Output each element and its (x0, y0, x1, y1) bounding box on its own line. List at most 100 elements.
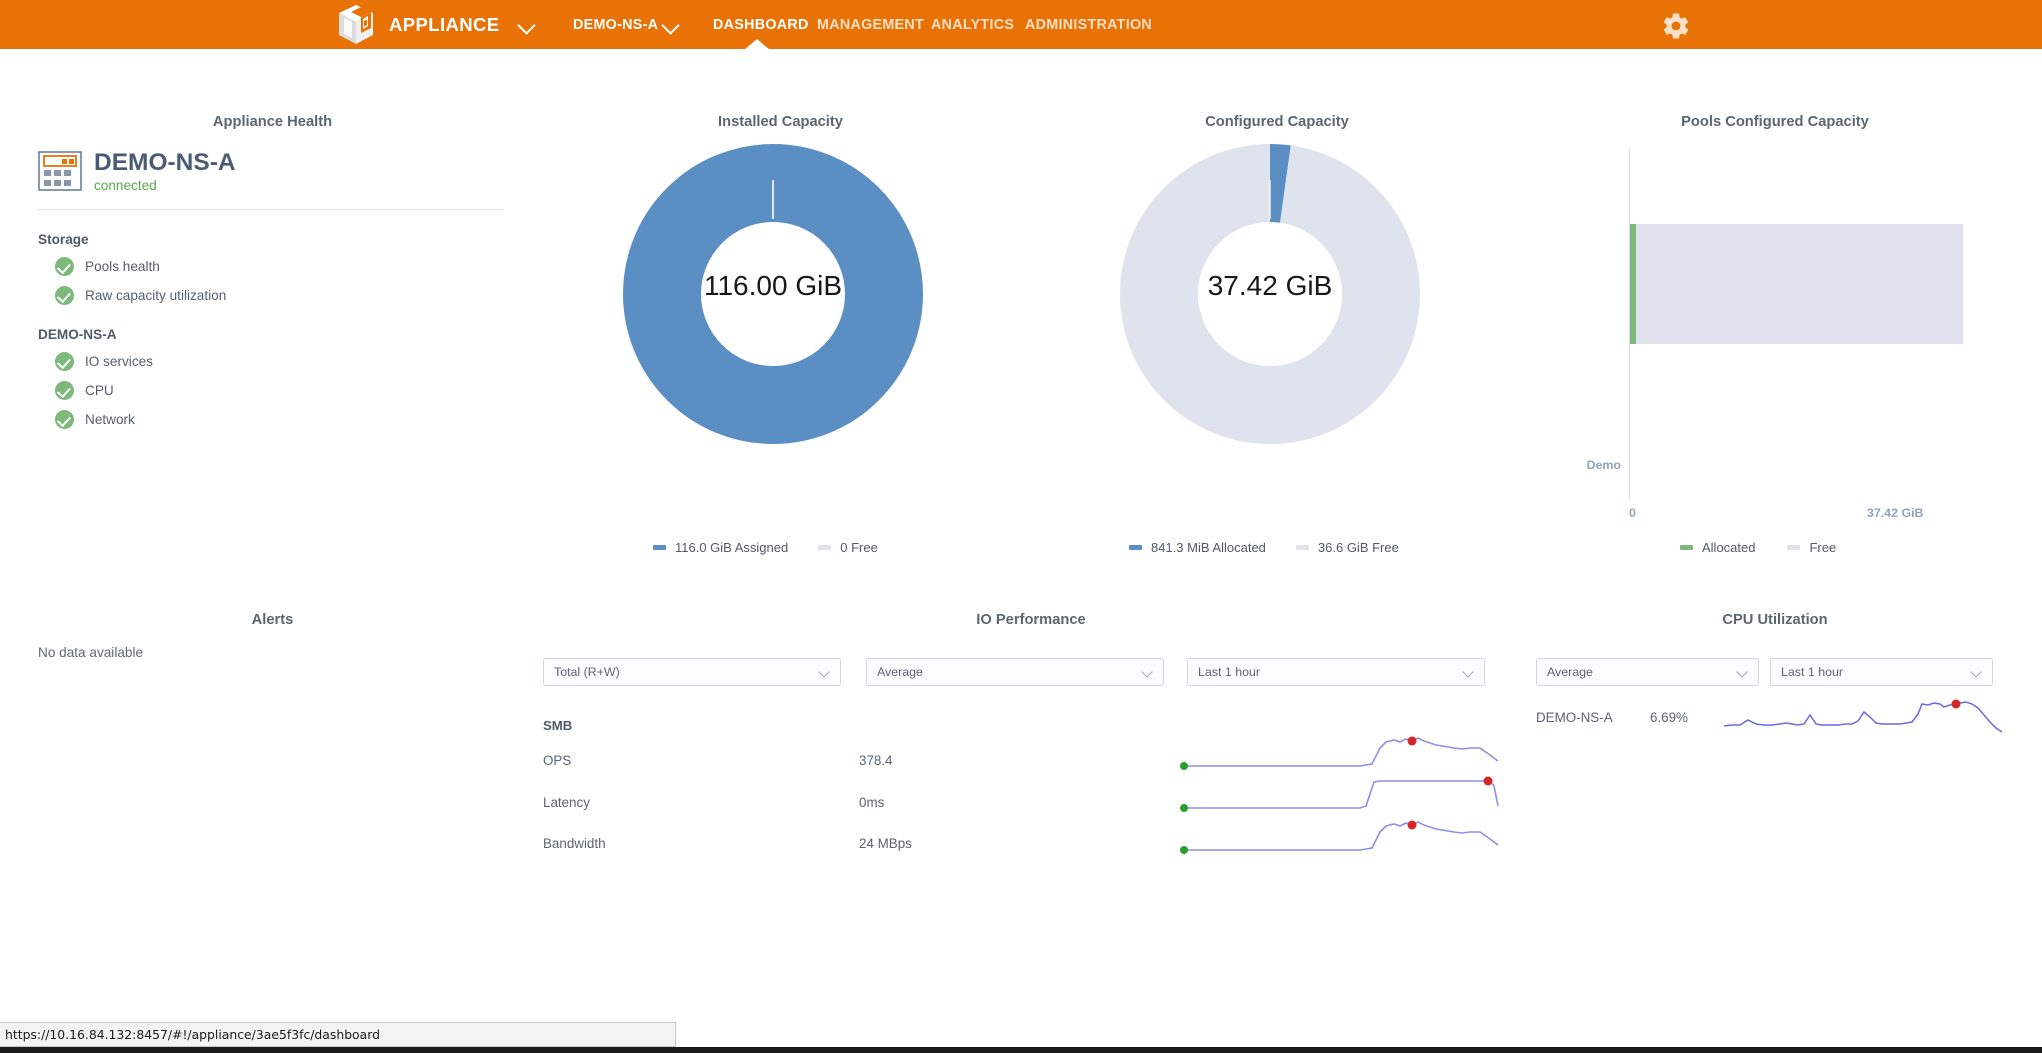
gear-icon[interactable] (1661, 11, 1691, 41)
cpu-timerange-select-value: Last 1 hour (1781, 665, 1843, 679)
installed-capacity-title: Installed Capacity (525, 114, 1036, 130)
x-axis-tick-max: 37.42 GiB (1867, 506, 1923, 520)
health-item-pools-health[interactable]: Pools health (55, 257, 520, 276)
configured-capacity-center-value: 37.42 GiB (1120, 270, 1420, 302)
legend-label: 0 Free (840, 540, 878, 555)
alerts-title: Alerts (0, 612, 545, 628)
top-navigation-bar: APPLIANCE DEMO-NS-A DASHBOARD MANAGEMENT… (0, 0, 2042, 49)
nav-tab-management[interactable]: MANAGEMENT (817, 0, 924, 49)
chevron-down-icon (1463, 669, 1474, 676)
appliance-identity-row: DEMO-NS-A connected (0, 150, 520, 193)
pools-category-label: Demo (1569, 458, 1621, 472)
pools-configured-capacity-legend: Allocated Free (1680, 540, 1836, 555)
alerts-empty-message: No data available (38, 645, 143, 660)
legend-label: 116.0 GiB Assigned (675, 540, 788, 555)
status-ok-check-icon (55, 286, 74, 305)
io-timerange-select[interactable]: Last 1 hour (1187, 658, 1485, 686)
chevron-down-icon (819, 669, 830, 676)
legend-item-assigned[interactable]: 116.0 GiB Assigned (653, 540, 788, 555)
legend-swatch-icon (1680, 545, 1693, 550)
cpu-aggregation-select-value: Average (1547, 665, 1593, 679)
io-protocol-label: SMB (543, 718, 572, 733)
appliance-chevron-down-icon[interactable] (662, 19, 680, 29)
appliance-health-panel: DEMO-NS-A connected Storage Pools health… (0, 150, 520, 439)
installed-capacity-center-value: 116.00 GiB (623, 270, 923, 302)
appliance-name: DEMO-NS-A (94, 150, 236, 176)
health-item-label: IO services (85, 354, 153, 369)
chevron-down-icon (1737, 669, 1748, 676)
nav-tab-analytics[interactable]: ANALYTICS (931, 0, 1014, 49)
health-item-label: Network (85, 412, 135, 427)
health-item-cpu[interactable]: CPU (55, 381, 520, 400)
chevron-down-icon (1142, 669, 1153, 676)
io-metric-value-bandwidth: 24 MBps (859, 836, 912, 851)
cpu-aggregation-select[interactable]: Average (1536, 658, 1759, 686)
pools-configured-capacity-title: Pools Configured Capacity (1520, 114, 2030, 130)
io-type-select-value: Total (R+W) (554, 665, 620, 679)
legend-item-free[interactable]: 0 Free (818, 540, 878, 555)
status-bar-url: https://10.16.84.132:8457/#!/appliance/3… (5, 1027, 380, 1042)
divider (38, 209, 504, 210)
legend-swatch-icon (1296, 545, 1309, 550)
appliance-chassis-icon (38, 151, 82, 191)
io-metric-label-latency: Latency (543, 795, 590, 810)
x-axis-tick-min: 0 (1629, 506, 1636, 520)
installed-capacity-legend: 116.0 GiB Assigned 0 Free (653, 540, 878, 555)
health-item-label: CPU (85, 383, 114, 398)
legend-item-allocated[interactable]: Allocated (1680, 540, 1755, 555)
io-aggregation-select-value: Average (877, 665, 923, 679)
health-group-title-storage: Storage (38, 232, 520, 247)
bar-segment-free (1636, 224, 1963, 344)
io-sparkline-bandwidth[interactable] (1180, 812, 1500, 865)
io-metric-value-latency: 0ms (859, 795, 884, 810)
appliance-health-title: Appliance Health (0, 114, 545, 130)
installed-capacity-donut-chart: 116.00 GiB (623, 144, 923, 444)
legend-swatch-icon (653, 545, 666, 550)
health-item-label: Raw capacity utilization (85, 288, 226, 303)
appliance-connection-status: connected (94, 178, 236, 193)
legend-swatch-icon (1787, 545, 1800, 550)
health-item-label: Pools health (85, 259, 160, 274)
taskbar-strip (0, 1047, 2042, 1053)
nav-tab-administration[interactable]: ADMINISTRATION (1025, 0, 1152, 49)
legend-label: Allocated (1702, 540, 1755, 555)
legend-item-allocated[interactable]: 841.3 MiB Allocated (1129, 540, 1266, 555)
configured-capacity-legend: 841.3 MiB Allocated 36.6 GiB Free (1129, 540, 1399, 555)
health-item-io-services[interactable]: IO services (55, 352, 520, 371)
legend-swatch-icon (1129, 545, 1142, 550)
brand-area: APPLIANCE (337, 0, 500, 49)
legend-label: Free (1809, 540, 1836, 555)
legend-item-free[interactable]: Free (1787, 540, 1836, 555)
cpu-timerange-select[interactable]: Last 1 hour (1770, 658, 1993, 686)
pools-stacked-bar[interactable] (1630, 224, 1963, 344)
chevron-down-icon (1971, 669, 1982, 676)
io-metric-value-ops: 378.4 (859, 753, 893, 768)
cpu-utilization-title: CPU Utilization (1520, 612, 2030, 628)
io-performance-title: IO Performance (543, 612, 1519, 628)
status-ok-check-icon (55, 381, 74, 400)
appliance-cube-logo-icon (337, 4, 375, 46)
legend-label: 36.6 GiB Free (1318, 540, 1399, 555)
configured-capacity-donut-chart: 37.42 GiB (1120, 144, 1420, 444)
health-item-raw-capacity-utilization[interactable]: Raw capacity utilization (55, 286, 520, 305)
pools-configured-capacity-chart: Demo 0 37.42 GiB (1629, 148, 2009, 508)
io-metric-label-bandwidth: Bandwidth (543, 836, 606, 851)
health-item-network[interactable]: Network (55, 410, 520, 429)
legend-item-free[interactable]: 36.6 GiB Free (1296, 540, 1399, 555)
status-ok-check-icon (55, 352, 74, 371)
io-metric-label-ops: OPS (543, 753, 571, 768)
status-ok-check-icon (55, 257, 74, 276)
brand-label: APPLIANCE (389, 14, 500, 36)
legend-label: 841.3 MiB Allocated (1151, 540, 1266, 555)
cpu-node-name: DEMO-NS-A (1536, 710, 1613, 725)
io-type-select[interactable]: Total (R+W) (543, 658, 841, 686)
appliance-selector[interactable]: DEMO-NS-A (573, 0, 658, 49)
browser-status-bar: https://10.16.84.132:8457/#!/appliance/3… (0, 1022, 676, 1047)
health-group-title-node: DEMO-NS-A (38, 327, 520, 342)
io-timerange-select-value: Last 1 hour (1198, 665, 1260, 679)
io-aggregation-select[interactable]: Average (866, 658, 1164, 686)
cpu-node-value: 6.69% (1650, 710, 1688, 725)
cpu-utilization-sparkline[interactable] (1722, 690, 2022, 755)
brand-chevron-down-icon[interactable] (518, 19, 536, 29)
configured-capacity-title: Configured Capacity (1022, 114, 1532, 130)
